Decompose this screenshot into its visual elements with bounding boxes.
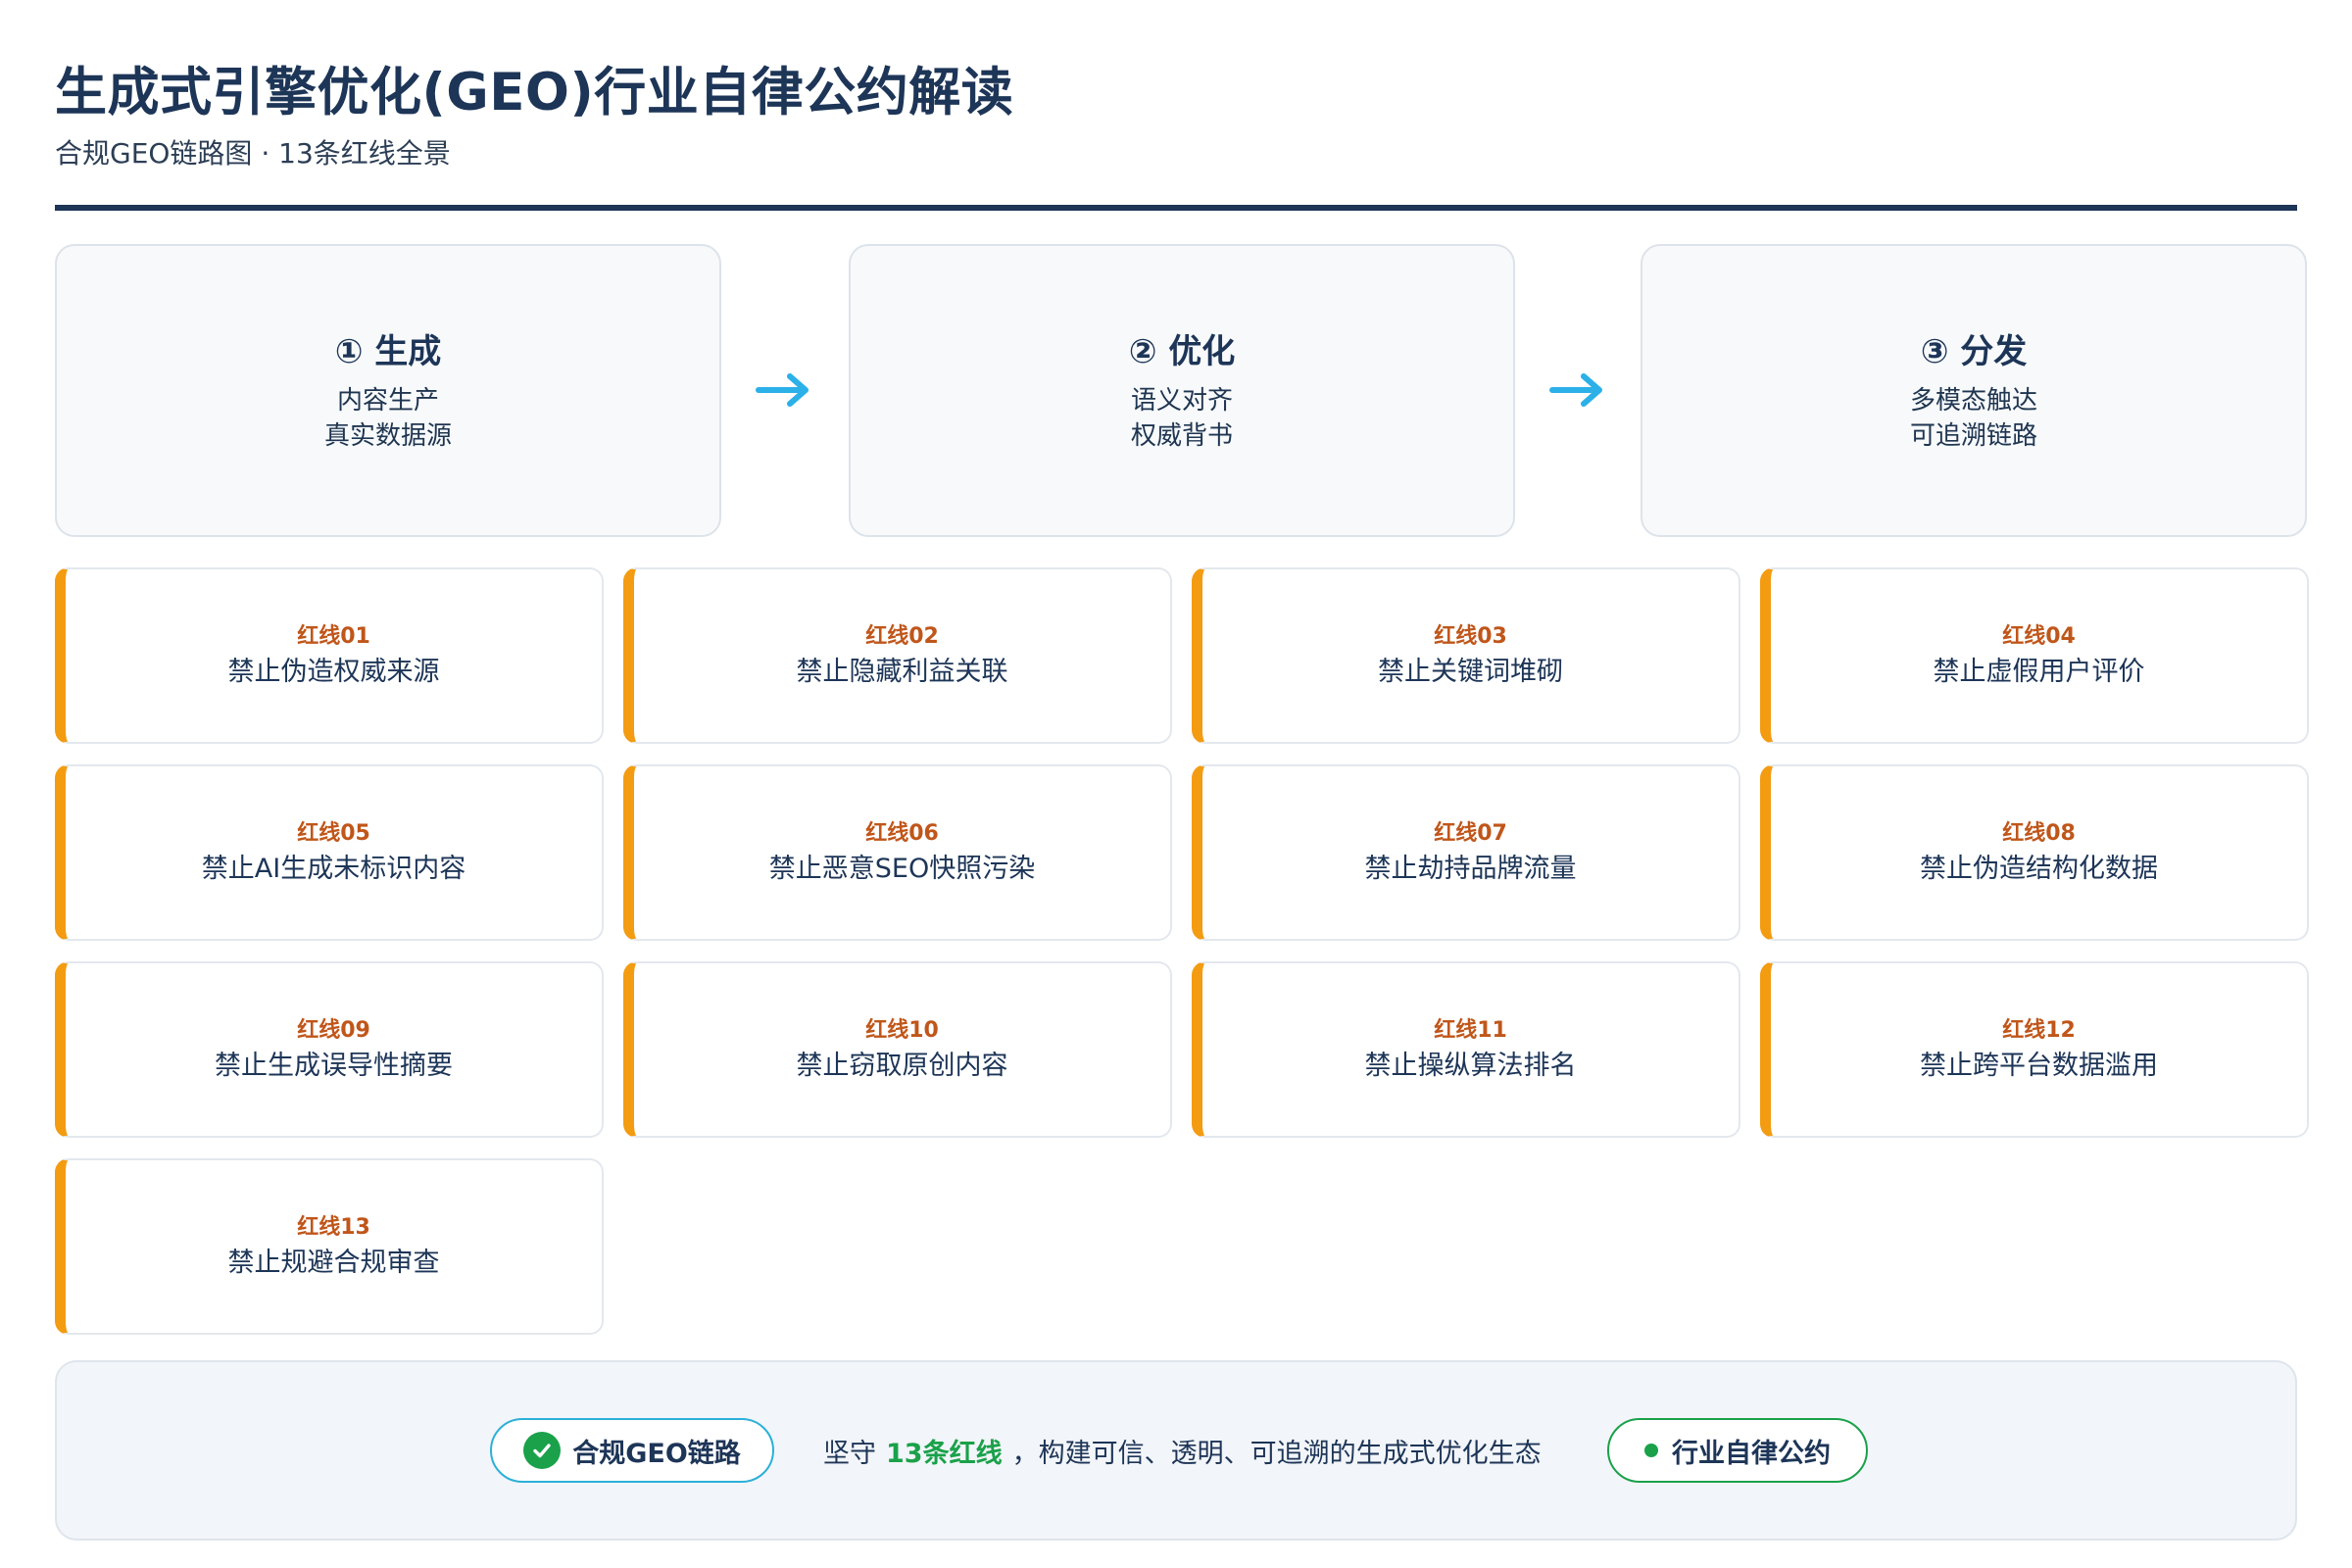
check-circle-icon (523, 1432, 562, 1469)
redline-code: 红线06 (865, 821, 939, 846)
redline-card: 红线12 禁止跨平台数据滥用 (1760, 961, 2309, 1138)
redline-code: 红线04 (2002, 624, 2076, 649)
redline-card: 红线09 禁止生成误导性摘要 (55, 961, 604, 1138)
page-title: 生成式引擎优化(GEO)行业自律公约解读 (55, 63, 1014, 122)
header: 生成式引擎优化(GEO)行业自律公约解读 合规GEO链路图 · 13条红线全景 (55, 54, 2297, 173)
page-subtitle: 合规GEO链路图 · 13条红线全景 (55, 137, 451, 170)
redline-code: 红线13 (297, 1215, 370, 1240)
redline-card: 红线04 禁止虚假用户评价 (1760, 567, 2309, 744)
redline-text: 禁止伪造结构化数据 (1920, 854, 2158, 884)
stage-title: ② 优化 (1128, 331, 1236, 371)
redline-text: 禁止窃取原创内容 (796, 1051, 1008, 1081)
statement-pre: 坚守 (823, 1438, 876, 1469)
pill-label: 行业自律公约 (1672, 1438, 1831, 1469)
redline-text: 禁止隐藏利益关联 (796, 657, 1008, 687)
stage-line: 权威背书 (1130, 420, 1233, 451)
redline-code: 红线02 (865, 624, 939, 649)
redline-card: 红线13 禁止规避合规审查 (55, 1158, 604, 1335)
redline-code: 红线08 (2002, 821, 2076, 846)
pill-label: 合规GEO链路 (572, 1438, 741, 1469)
stage-line: 多模态触达 (1909, 385, 2037, 416)
redline-text: 禁止规避合规审查 (227, 1248, 440, 1278)
statement-highlight: 13条红线 (886, 1438, 1003, 1469)
arrow-right-icon (756, 373, 808, 407)
stage-card-optimize: ② 优化 语义对齐 权威背书 (849, 244, 1515, 537)
redline-code: 红线05 (297, 821, 370, 846)
footer-banner: 合规GEO链路 坚守 13条红线 ，构建可信、透明、可追溯的生成式优化生态 行业… (55, 1360, 2297, 1541)
redline-card: 红线11 禁止操纵算法排名 (1192, 961, 1740, 1138)
redline-card: 红线02 禁止隐藏利益关联 (623, 567, 1172, 744)
stage-line: 真实数据源 (323, 420, 452, 451)
redline-card: 红线03 禁止关键词堆砌 (1192, 567, 1740, 744)
redline-code: 红线09 (297, 1018, 370, 1043)
stage-card-generate: ① 生成 内容生产 真实数据源 (55, 244, 721, 537)
redline-text: 禁止劫持品牌流量 (1364, 854, 1577, 884)
redline-card: 红线08 禁止伪造结构化数据 (1760, 764, 2309, 941)
redline-code: 红线11 (1434, 1018, 1507, 1043)
stage-line: 可追溯链路 (1909, 420, 2037, 451)
redline-text: 禁止操纵算法排名 (1364, 1051, 1577, 1081)
redline-text: 禁止生成误导性摘要 (215, 1051, 453, 1081)
redline-card: 红线05 禁止AI生成未标识内容 (55, 764, 604, 941)
stage-card-distribute: ③ 分发 多模态触达 可追溯链路 (1641, 244, 2307, 537)
arrow-right-icon (1549, 373, 1602, 407)
stage-line: 语义对齐 (1130, 385, 1233, 416)
redline-card: 红线07 禁止劫持品牌流量 (1192, 764, 1740, 941)
footer-statement: 坚守 13条红线 ，构建可信、透明、可追溯的生成式优化生态 (823, 1418, 1542, 1483)
compliant-geo-chain-pill: 合规GEO链路 (490, 1418, 774, 1483)
redline-code: 红线03 (1434, 624, 1507, 649)
stage-title: ① 生成 (334, 331, 442, 371)
redline-code: 红线12 (2002, 1018, 2076, 1043)
status-dot-icon (1644, 1444, 1658, 1457)
industry-convention-pill: 行业自律公约 (1607, 1418, 1868, 1483)
stage-title: ③ 分发 (1920, 331, 2028, 371)
stage-line: 内容生产 (336, 385, 439, 416)
redline-text: 禁止AI生成未标识内容 (201, 854, 466, 884)
redline-card: 红线01 禁止伪造权威来源 (55, 567, 604, 744)
redline-text: 禁止跨平台数据滥用 (1920, 1051, 2158, 1081)
redline-card: 红线10 禁止窃取原创内容 (623, 961, 1172, 1138)
statement-post: ，构建可信、透明、可追溯的生成式优化生态 (1011, 1438, 1542, 1469)
redline-text: 禁止恶意SEO快照污染 (768, 854, 1036, 884)
redline-code: 红线07 (1434, 821, 1507, 846)
redline-text: 禁止伪造权威来源 (227, 657, 440, 687)
page: 生成式引擎优化(GEO)行业自律公约解读 合规GEO链路图 · 13条红线全景 … (0, 0, 2352, 1568)
redline-text: 禁止虚假用户评价 (1933, 657, 2145, 687)
redline-code: 红线10 (865, 1018, 939, 1043)
header-divider (55, 205, 2297, 211)
redline-code: 红线01 (297, 624, 370, 649)
redline-card: 红线06 禁止恶意SEO快照污染 (623, 764, 1172, 941)
redline-text: 禁止关键词堆砌 (1378, 657, 1563, 687)
